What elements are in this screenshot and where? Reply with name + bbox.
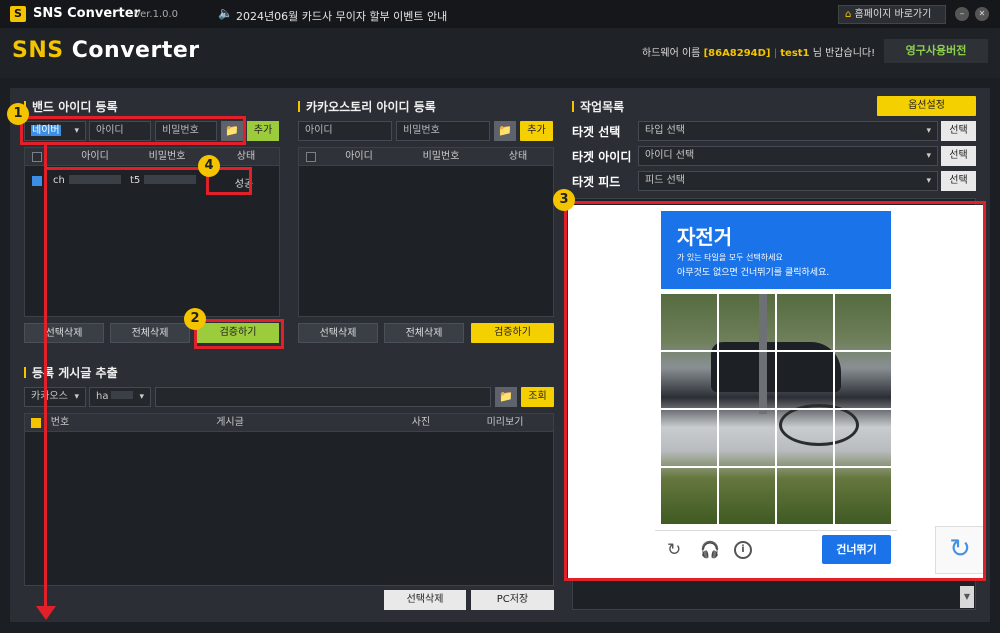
extract-account-value: ha — [96, 391, 109, 402]
app-version: Ver.1.0.0 — [134, 9, 179, 20]
options-button[interactable]: 옵션설정 — [877, 96, 976, 116]
kakao-col-id: 아이디 — [345, 151, 373, 162]
extract-source-value: 카카오스 — [31, 391, 68, 402]
kakao-delete-all-button[interactable]: 전체삭제 — [384, 323, 464, 343]
target-type-choose-button[interactable]: 선택 — [941, 121, 976, 141]
annotation-arrow-head — [36, 606, 56, 620]
extract-col-post: 게시글 — [216, 417, 244, 428]
kakao-id-list[interactable] — [298, 147, 554, 317]
annotation-arrow-link — [44, 167, 208, 170]
band-col-id: 아이디 — [81, 151, 109, 162]
step-badge-3: 3 — [553, 189, 575, 211]
band-add-button[interactable]: 추가 — [247, 121, 279, 141]
kakao-folder-button[interactable]: 📁 — [494, 121, 516, 141]
annotation-box-2 — [194, 319, 284, 349]
target-select-label: 타겟 선택 — [572, 125, 621, 139]
license-badge: 영구사용버전 — [884, 39, 988, 63]
target-id-value: 아이디 선택 — [645, 150, 695, 161]
kakao-list-header: 아이디 비밀번호 상태 — [299, 148, 553, 166]
row-password: t5 — [130, 175, 197, 186]
band-delete-all-button[interactable]: 전체삭제 — [110, 323, 190, 343]
step-badge-1: 1 — [7, 103, 29, 125]
band-col-status: 상태 — [236, 151, 256, 162]
annotation-box-3 — [564, 201, 986, 581]
home-icon: ⌂ — [845, 9, 852, 20]
extract-post-list[interactable] — [24, 413, 554, 586]
hardware-id: [86A8294D] — [703, 48, 771, 59]
band-delete-selected-button[interactable]: 선택삭제 — [24, 323, 104, 343]
app-logo-icon: S — [10, 6, 26, 22]
kakao-delete-selected-button[interactable]: 선택삭제 — [298, 323, 378, 343]
kakao-select-all-checkbox[interactable] — [306, 152, 316, 162]
target-id-choose-button[interactable]: 선택 — [941, 146, 976, 166]
band-select-all-checkbox[interactable] — [32, 152, 42, 162]
extract-folder-button[interactable]: 📁 — [495, 387, 517, 407]
close-button[interactable]: ✕ — [975, 7, 989, 21]
hardware-info: 하드웨어 이름 [86A8294D] | test1 님 반갑습니다! — [642, 48, 876, 59]
target-feed-label: 타겟 피드 — [572, 175, 621, 189]
kakao-col-status: 상태 — [508, 151, 528, 162]
homepage-label: 홈페이지 바로가기 — [854, 9, 932, 20]
extract-account-select[interactable]: ha — [89, 387, 151, 407]
target-feed-choose-button[interactable]: 선택 — [941, 171, 976, 191]
extract-save-pc-button[interactable]: PC저장 — [471, 590, 554, 610]
kakao-add-button[interactable]: 추가 — [520, 121, 553, 141]
row-id: ch — [53, 175, 121, 186]
notice-text[interactable]: 2024년06월 카드사 무이자 할부 이벤트 안내 — [236, 8, 447, 24]
target-type-select[interactable]: 타입 선택 — [638, 121, 938, 141]
speaker-icon: 🔈 — [218, 6, 233, 20]
extract-col-number: 번호 — [50, 417, 70, 428]
work-list-scrollbar[interactable]: ▼ — [960, 586, 974, 608]
extract-select-all-checkbox[interactable] — [31, 418, 41, 428]
kakao-id-input[interactable]: 아이디 — [298, 121, 392, 141]
target-feed-select[interactable]: 피드 선택 — [638, 171, 938, 191]
target-type-value: 타입 선택 — [645, 125, 685, 136]
step-badge-2: 2 — [184, 308, 206, 330]
kakao-col-password: 비밀번호 — [422, 151, 460, 162]
step-badge-4: 4 — [198, 155, 220, 177]
annotation-arrow-line — [44, 143, 47, 608]
target-id-select[interactable]: 아이디 선택 — [638, 146, 938, 166]
band-section-title: 밴드 아이디 등록 — [24, 98, 118, 115]
band-list-header: 아이디 비밀번호 상태 — [25, 148, 279, 166]
kakao-password-input[interactable]: 비밀번호 — [396, 121, 490, 141]
extract-col-preview: 미리보기 — [486, 417, 524, 428]
annotation-box-1 — [20, 116, 246, 145]
extract-delete-selected-button[interactable]: 선택삭제 — [384, 590, 466, 610]
homepage-button[interactable]: ⌂ 홈페이지 바로가기 — [838, 5, 946, 24]
extract-source-select[interactable]: 카카오스 — [24, 387, 86, 407]
extract-search-button[interactable]: 조회 — [521, 387, 554, 407]
work-section-title: 작업목록 — [572, 98, 624, 115]
minimize-button[interactable]: – — [955, 7, 969, 21]
hardware-label: 하드웨어 이름 — [642, 48, 701, 59]
extract-path-input[interactable] — [155, 387, 491, 407]
target-feed-value: 피드 선택 — [645, 175, 685, 186]
user-name: test1 — [780, 48, 810, 59]
band-col-password: 비밀번호 — [148, 151, 186, 162]
extract-list-header: 번호 게시글 사진 미리보기 — [25, 414, 553, 432]
brand-logo: SNS Converter — [12, 38, 200, 63]
row-checkbox[interactable] — [32, 176, 42, 186]
app-name: SNS Converter — [33, 6, 141, 21]
extract-col-photo: 사진 — [411, 417, 431, 428]
greeting: 님 반갑습니다! — [812, 48, 876, 59]
kakao-verify-button[interactable]: 검증하기 — [471, 323, 554, 343]
extract-section-title: 등록 게시글 추출 — [24, 364, 118, 381]
kakao-section-title: 카카오스토리 아이디 등록 — [298, 98, 436, 115]
target-id-label: 타겟 아이디 — [572, 150, 632, 164]
